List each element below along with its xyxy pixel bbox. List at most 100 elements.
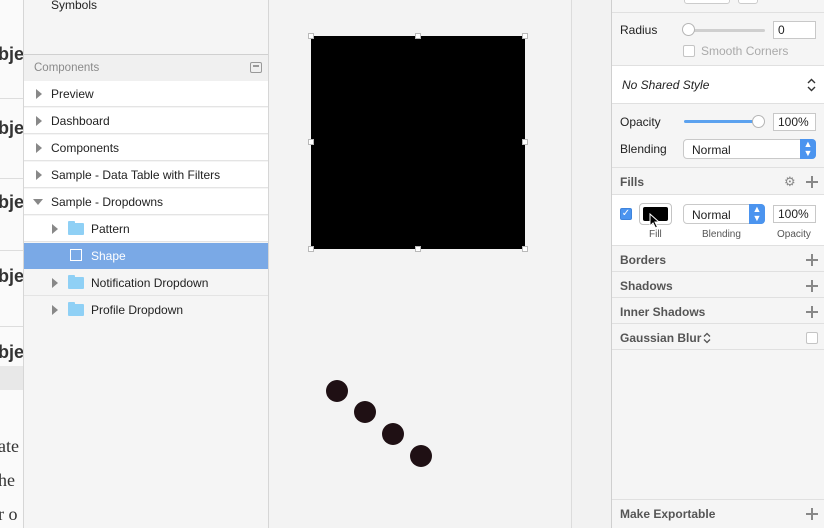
doc-fragment: ate [0,436,19,456]
layer-label: Shape [91,249,126,263]
components-header: Components [24,54,268,82]
layer-row-pattern[interactable]: Pattern [24,216,268,242]
doc-fragment: bje [0,192,24,212]
divider [612,271,824,272]
collapse-panel-icon[interactable] [250,62,262,73]
doc-fragment: bje [0,44,24,64]
gear-icon[interactable]: ⚙ [784,174,796,190]
resize-handle[interactable] [522,139,528,145]
rectangle-shape-icon [70,249,82,261]
doc-fragment: r o [0,504,18,524]
divider [612,245,824,246]
disclosure-arrow-icon[interactable] [52,224,58,234]
disclosure-arrow-icon[interactable] [36,143,42,153]
layer-label: Components [51,141,120,155]
mouse-cursor-icon [649,213,661,229]
disclosure-arrow-icon[interactable] [52,305,58,315]
opacity-input[interactable]: 100% [773,113,816,131]
disclosure-arrow-expanded-icon[interactable] [33,199,43,205]
fill-blending-value: Normal [692,208,731,222]
fill-enabled-checkbox[interactable]: ✓ [620,208,632,220]
loading-dot [382,423,404,445]
fill-caption: Fill [649,229,662,240]
resize-handle[interactable] [415,33,421,39]
resize-handle[interactable] [522,246,528,252]
layer-label: Sample - Data Table with Filters [51,168,221,182]
resize-handle[interactable] [308,246,314,252]
background-document: bje bje bje bje bje ate he r o [0,0,24,528]
doc-band [0,366,24,390]
layer-row-preview[interactable]: Preview [24,81,268,107]
resize-handle[interactable] [415,246,421,252]
layer-row-notification-dropdown[interactable]: Notification Dropdown [24,270,268,296]
add-border-plus-icon[interactable] [806,254,818,266]
loading-dot [354,401,376,423]
disclosure-arrow-icon[interactable] [52,278,58,288]
layer-label: Profile Dropdown [91,303,184,317]
layer-label: Dashboard [51,114,110,128]
layer-row-data-table[interactable]: Sample - Data Table with Filters [24,162,268,188]
add-inner-shadow-plus-icon[interactable] [806,306,818,318]
shadows-section-title: Shadows [620,279,673,293]
disclosure-arrow-icon[interactable] [36,170,42,180]
add-shadow-plus-icon[interactable] [806,280,818,292]
folder-icon [68,275,84,289]
resize-handle[interactable] [522,33,528,39]
layer-label: Notification Dropdown [91,276,209,290]
layer-label: Sample - Dropdowns [51,195,164,209]
top-control-stub[interactable] [738,0,758,4]
layer-label: Pattern [91,222,130,236]
loading-dot [410,445,432,467]
fill-blending-dropdown[interactable]: Normal ▲ ▼ [683,204,765,224]
layer-row-dropdowns[interactable]: Sample - Dropdowns [24,189,268,215]
layer-row-shape[interactable]: Shape [24,243,268,269]
doc-fragment: bje [0,342,24,362]
divider [612,499,824,500]
radius-input[interactable]: 0 [773,21,816,39]
doc-fragment: bje [0,266,24,286]
add-export-plus-icon[interactable] [806,508,818,520]
shared-style-label: No Shared Style [622,78,710,92]
divider [0,178,24,179]
shared-style-selector[interactable]: No Shared Style [612,66,824,103]
inspector-panel: Radius 0 Smooth Corners No Shared Style … [611,0,824,528]
components-header-label: Components [34,62,100,74]
gaussian-blur-checkbox[interactable] [806,332,818,344]
folder-icon [68,302,84,316]
divider [612,349,824,350]
layers-panel: Symbols Components Preview Dashboard Com… [23,0,268,528]
selected-rectangle-shape[interactable] [311,36,525,249]
inner-shadows-section-title: Inner Shadows [620,305,706,319]
radius-slider-knob[interactable] [682,23,695,36]
smooth-corners-checkbox[interactable] [683,45,695,57]
canvas[interactable] [268,0,612,528]
fill-opacity-input[interactable]: 100% [773,205,816,223]
layer-row-profile-dropdown[interactable]: Profile Dropdown [24,297,268,323]
layer-row-dashboard[interactable]: Dashboard [24,108,268,134]
radius-label: Radius [620,23,658,37]
blending-dropdown[interactable]: Normal ▲ ▼ [683,139,816,159]
divider [612,297,824,298]
add-fill-plus-icon[interactable] [806,176,818,188]
symbols-page[interactable]: Symbols [51,0,97,12]
artboard[interactable] [269,0,572,528]
opacity-label: Opacity [620,115,661,129]
top-control-stub[interactable] [684,0,730,4]
updown-chevron-icon[interactable] [703,332,711,344]
folder-icon [68,221,84,235]
opacity-slider-knob[interactable] [752,115,765,128]
resize-handle[interactable] [308,139,314,145]
gaussian-blur-section-title[interactable]: Gaussian Blur [620,331,701,345]
updown-chevron-icon [807,78,816,92]
layer-row-components[interactable]: Components [24,135,268,161]
disclosure-arrow-icon[interactable] [36,89,42,99]
smooth-corners-label: Smooth Corners [701,44,789,58]
radius-slider[interactable] [685,29,765,32]
opacity-slider[interactable] [684,120,762,123]
divider [612,12,824,13]
divider [0,326,24,327]
disclosure-arrow-icon[interactable] [36,116,42,126]
divider [612,323,824,324]
resize-handle[interactable] [308,33,314,39]
loading-dot [326,380,348,402]
